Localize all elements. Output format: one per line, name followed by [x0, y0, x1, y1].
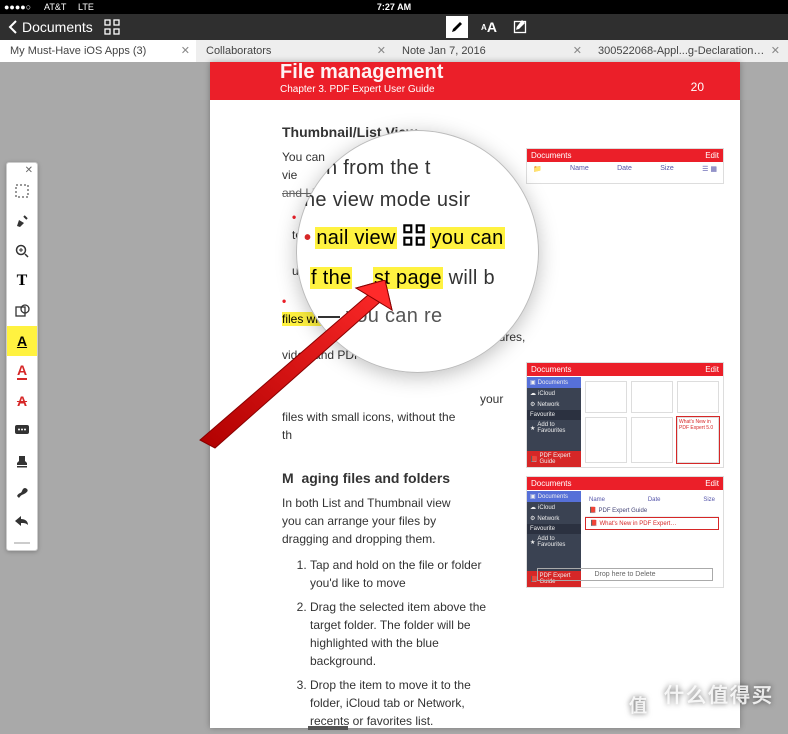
annotation-palette: ✕ T A A A: [6, 162, 38, 551]
tab-label: My Must-Have iOS Apps (3): [10, 40, 176, 62]
brush-icon: [14, 483, 30, 499]
preview-thumbnail-gridview: DocumentsEdit ▣ Documents ☁ iCloud ⚙ Net…: [526, 362, 724, 468]
tab-label: Collaborators: [206, 40, 372, 62]
edit-mode-button[interactable]: [446, 16, 468, 38]
strikethrough-tool[interactable]: A: [7, 386, 37, 416]
chevron-left-icon: [8, 20, 18, 34]
page-number: 20: [691, 80, 704, 94]
clock-label: 7:27 AM: [377, 0, 411, 14]
magnified-text: f thexxst page will b: [304, 262, 531, 294]
page-indicator: [308, 726, 348, 730]
preview-thumbnail-listview-drag: DocumentsEdit ▣ Documents ☁ iCloud ⚙ Net…: [526, 476, 724, 588]
underline-icon: A: [17, 362, 27, 380]
compose-button[interactable]: [510, 16, 532, 38]
magnified-text: he view mode usir: [304, 184, 531, 216]
watermark: 值什么值得买: [620, 679, 774, 724]
app-toolbar: Documents AA: [0, 14, 788, 40]
strike-icon: A: [17, 393, 27, 409]
carrier-label: AT&T: [44, 0, 66, 14]
magnifier-icon: [14, 243, 30, 259]
list-item: Tap and hold on the file or folder you'd…: [310, 556, 510, 592]
tab-2[interactable]: Collaborators✕: [196, 40, 393, 62]
tab-1[interactable]: My Must-Have iOS Apps (3)✕: [0, 40, 197, 62]
underline-tool[interactable]: A: [7, 356, 37, 386]
grid-icon: [403, 224, 425, 246]
tab-label: 300522068-Appl...g-Declarations-1: [598, 40, 766, 62]
tab-close-button[interactable]: ✕: [573, 40, 582, 62]
grid-icon: [104, 19, 120, 35]
stamp-icon: [14, 453, 30, 469]
pen-icon: [14, 213, 30, 229]
section-heading: Mxaging files and folders: [282, 470, 502, 486]
pencil-icon: [450, 20, 464, 34]
watermark-text: 什么值得买: [664, 685, 774, 707]
stamp-tool[interactable]: [7, 446, 37, 476]
text-style-button[interactable]: AA: [478, 16, 500, 38]
palette-close-button[interactable]: ✕: [7, 163, 37, 176]
thumb-title: Documents: [531, 479, 571, 488]
paragraph: In both List and Thumbnail view you can …: [282, 494, 472, 548]
tab-label: Note Jan 7, 2016: [402, 40, 568, 62]
highlight-tool[interactable]: A: [7, 326, 37, 356]
page-title: File management: [280, 61, 443, 84]
undo-button[interactable]: [7, 506, 37, 536]
magnifier-lens: n from the t he view mode usir •nail vie…: [296, 130, 539, 373]
text-icon: T: [17, 272, 28, 290]
drop-delete-zone: Drop here to Delete: [537, 568, 713, 581]
tab-close-button[interactable]: ✕: [771, 40, 780, 62]
text-tool[interactable]: T: [7, 266, 37, 296]
list-item: Drop the item to move it to the folder, …: [310, 676, 510, 730]
shape-icon: [14, 303, 30, 319]
preview-thumbnail-listview: DocumentsEdit 📁NameDateSize☰ ▦: [526, 148, 724, 184]
select-rect-tool[interactable]: [7, 176, 37, 206]
list-item: Drag the selected item above the target …: [310, 598, 510, 670]
undo-icon: [14, 515, 30, 527]
tab-close-button[interactable]: ✕: [377, 40, 386, 62]
page-header: File management Chapter 3. PDF Expert Us…: [210, 62, 740, 100]
magnified-text: n from the t: [304, 152, 531, 184]
chapter-label: Chapter 3. PDF Expert User Guide: [280, 84, 435, 95]
back-label: Documents: [22, 19, 93, 35]
zoom-tool[interactable]: [7, 236, 37, 266]
view-grid-button[interactable]: [104, 19, 120, 40]
thumb-edit: Edit: [705, 151, 719, 160]
status-bar: ●●●●○ AT&T LTE 7:27 AM: [0, 0, 788, 14]
highlight-icon: A: [17, 333, 27, 349]
tab-strip: My Must-Have iOS Apps (3)✕ Collaborators…: [0, 40, 788, 62]
tab-3[interactable]: Note Jan 7, 2016✕: [392, 40, 589, 62]
bullet-paragraph: • xxxxxxxxxxxxxxxxxxxxxxxxxxxxxxxxxyour …: [282, 372, 502, 444]
watermark-icon: 值: [620, 686, 658, 724]
comment-icon: [14, 424, 30, 438]
network-label: LTE: [78, 0, 94, 14]
magnified-text: vou can re: [304, 300, 531, 332]
thumb-edit: Edit: [705, 365, 719, 374]
shape-tool[interactable]: [7, 296, 37, 326]
pen-tool[interactable]: [7, 206, 37, 236]
back-button[interactable]: Documents: [8, 14, 93, 40]
brush-tool[interactable]: [7, 476, 37, 506]
note-tool[interactable]: [7, 416, 37, 446]
tab-4[interactable]: 300522068-Appl...g-Declarations-1✕: [588, 40, 786, 62]
compose-icon: [513, 19, 529, 35]
palette-resize-handle[interactable]: [7, 536, 37, 550]
magnified-text: •nail view you can: [304, 222, 531, 256]
marquee-icon: [14, 183, 30, 199]
text-size-icon-large: A: [487, 19, 497, 35]
tab-close-button[interactable]: ✕: [181, 40, 190, 62]
thumb-edit: Edit: [705, 479, 719, 488]
signal-dots: ●●●●○: [4, 0, 31, 14]
